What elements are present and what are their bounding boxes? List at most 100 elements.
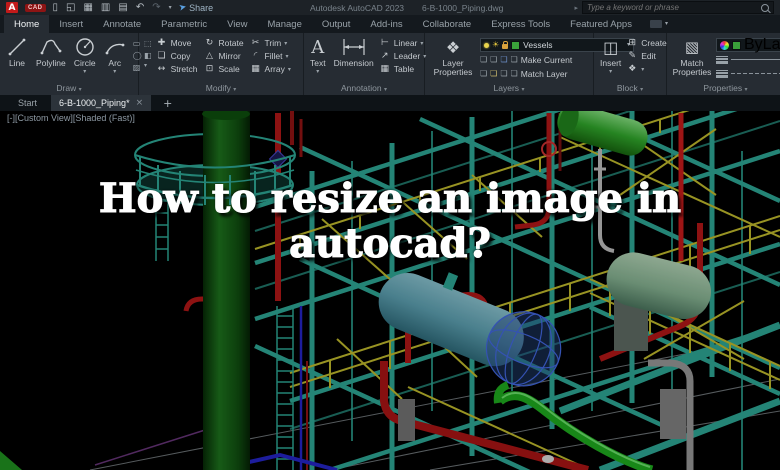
layer-tool-icon[interactable]: ❏ <box>500 69 507 78</box>
layer-tool-icon[interactable]: ❏ <box>500 55 507 64</box>
ribbon-options-icon <box>649 20 662 28</box>
plot-icon[interactable]: ▤ <box>118 2 127 13</box>
new-file-icon[interactable]: ▯ <box>53 2 59 13</box>
chevron-down-icon[interactable]: ▾ <box>641 66 644 73</box>
leader-tool[interactable]: ↗ Leader ▾ <box>379 51 426 62</box>
object-color-dropdown[interactable]: ByLayer ▾ <box>716 36 780 53</box>
table-tool[interactable]: ▦ Table <box>379 64 426 75</box>
viewport-menu-control[interactable]: [-] <box>7 113 15 123</box>
circle-tool[interactable]: Circle ▾ <box>71 36 99 75</box>
chevron-down-icon[interactable]: ▾ <box>286 53 289 60</box>
chevron-down-icon[interactable]: ▾ <box>144 63 152 69</box>
doc-tab-start[interactable]: Start <box>10 95 45 111</box>
layer-color-swatch <box>511 40 521 50</box>
move-icon: ✚ <box>157 38 166 48</box>
panel-block: ◫ Insert ▾ ⊞ Create ✎ Edit ❖ ▾ Block ▾ <box>594 33 667 95</box>
panel-title-block[interactable]: Block ▾ <box>594 82 666 95</box>
tab-view[interactable]: View <box>217 15 257 33</box>
trim-tool[interactable]: ✂ Trim ▾ <box>250 38 291 49</box>
tab-featured-apps[interactable]: Featured Apps <box>560 15 642 33</box>
tab-collaborate[interactable]: Collaborate <box>413 15 482 33</box>
close-icon[interactable]: × <box>136 98 144 108</box>
move-tool[interactable]: ✚ Move <box>156 38 198 49</box>
scale-tool[interactable]: ⊡ Scale <box>204 64 244 75</box>
tab-home[interactable]: Home <box>4 15 50 33</box>
line-tool[interactable]: Line <box>3 36 31 68</box>
share-button[interactable]: ➤ Share <box>177 1 214 14</box>
tab-add-ins[interactable]: Add-ins <box>360 15 412 33</box>
tab-insert[interactable]: Insert <box>49 15 93 33</box>
stretch-tool[interactable]: ↔ Stretch <box>156 64 198 75</box>
autocad-logo-icon[interactable]: A <box>6 2 18 13</box>
layer-tool-icon[interactable]: ❏ <box>480 69 487 78</box>
ribbon-options-button[interactable]: ▾ <box>642 15 676 33</box>
redo-icon[interactable]: ↷ <box>152 2 160 13</box>
layer-on-icon <box>484 42 489 48</box>
arc-tool[interactable]: Arc ▾ <box>101 36 129 75</box>
layer-tool-icon[interactable]: ❏ <box>511 55 518 64</box>
polyline-tool[interactable]: Polyline <box>33 36 69 68</box>
panel-title-modify[interactable]: Modify ▾ <box>139 82 303 95</box>
lineweight-dropdown[interactable]: ByLayer <box>716 53 780 66</box>
panel-title-annotation[interactable]: Annotation ▾ <box>304 82 424 95</box>
share-icon: ➤ <box>177 1 188 14</box>
search-expand-icon[interactable]: ▸ <box>574 4 578 12</box>
tab-output[interactable]: Output <box>312 15 361 33</box>
document-title: 6-B-1000_Piping.dwg <box>422 2 504 13</box>
panel-title-draw[interactable]: Draw ▾ <box>0 82 138 95</box>
create-block-tool[interactable]: ⊞ Create <box>626 38 666 49</box>
chevron-down-icon[interactable]: ▾ <box>113 69 116 75</box>
tab-parametric[interactable]: Parametric <box>151 15 217 33</box>
text-tool[interactable]: A Text ▾ <box>307 36 329 75</box>
fillet-tool[interactable]: ◜ Fillet ▾ <box>250 51 291 62</box>
visual-style-control[interactable]: [Shaded (Fast)] <box>73 113 135 123</box>
tab-express-tools[interactable]: Express Tools <box>481 15 560 33</box>
layer-tool-icon[interactable]: ❏ <box>480 55 487 64</box>
dim-overlay <box>0 111 780 470</box>
panel-properties: ▧ Match Properties ByLayer ▾ ByLayer <box>667 33 780 95</box>
table-icon: ▦ <box>380 64 389 74</box>
qat-dropdown-icon[interactable]: ▾ <box>169 4 172 11</box>
modify-extra-icon[interactable]: ⬚ <box>144 39 152 48</box>
tab-annotate[interactable]: Annotate <box>93 15 151 33</box>
copy-tool[interactable]: ❏ Copy <box>156 51 198 62</box>
chevron-down-icon[interactable]: ▾ <box>288 66 291 73</box>
modify-extra-icon[interactable]: ◧ <box>144 51 152 60</box>
mirror-icon: △ <box>206 51 213 61</box>
scale-icon: ⊡ <box>205 64 214 74</box>
chevron-down-icon[interactable]: ▾ <box>316 69 319 75</box>
layer-tool-icon[interactable]: ❏ <box>490 55 497 64</box>
save-icon[interactable]: ▦ <box>83 2 92 13</box>
chevron-down-icon[interactable]: ▾ <box>83 69 86 75</box>
layer-tool-icon[interactable]: ❏ <box>511 69 518 78</box>
save-as-icon[interactable]: ▥ <box>101 2 110 13</box>
chevron-down-icon[interactable]: ▾ <box>609 69 612 75</box>
chevron-down-icon[interactable]: ▾ <box>420 40 423 47</box>
make-current-button[interactable]: Make Current <box>521 55 573 65</box>
search-input[interactable] <box>587 3 761 12</box>
linear-dimension-tool[interactable]: ⊢ Linear ▾ <box>379 38 426 49</box>
mirror-tool[interactable]: △ Mirror <box>204 51 244 62</box>
insert-block-button[interactable]: ◫ Insert ▾ <box>597 36 624 75</box>
tab-manage[interactable]: Manage <box>258 15 312 33</box>
edit-block-tool[interactable]: ✎ Edit <box>626 51 667 62</box>
drawing-viewport[interactable]: [-] [Custom View] [Shaded (Fast)] How to… <box>0 111 780 470</box>
block-attributes-tool[interactable]: ❖ ▾ <box>626 64 667 75</box>
rotate-tool[interactable]: ↻ Rotate <box>204 38 244 49</box>
match-layer-button[interactable]: Match Layer <box>521 69 568 79</box>
chevron-down-icon[interactable]: ▾ <box>284 40 287 47</box>
layer-tool-icon[interactable]: ❏ <box>490 69 497 78</box>
dimension-tool[interactable]: Dimension <box>331 36 377 68</box>
layer-properties-button[interactable]: ❖ Layer Properties <box>428 36 478 78</box>
open-file-icon[interactable]: ◱ <box>66 2 75 13</box>
panel-title-layers[interactable]: Layers ▾ <box>425 82 593 95</box>
undo-icon[interactable]: ↶ <box>136 2 144 13</box>
doc-tab-active[interactable]: 6-B-1000_Piping* × <box>51 95 152 111</box>
match-properties-button[interactable]: ▧ Match Properties <box>670 36 714 78</box>
new-drawing-tab-button[interactable]: + <box>157 95 178 111</box>
view-control[interactable]: [Custom View] <box>15 113 73 123</box>
array-tool[interactable]: ▦ Array ▾ <box>250 64 291 75</box>
search-icon[interactable] <box>761 3 769 12</box>
linetype-dropdown[interactable]: ByLayer <box>716 67 780 80</box>
panel-title-properties[interactable]: Properties ▾ <box>667 82 780 95</box>
